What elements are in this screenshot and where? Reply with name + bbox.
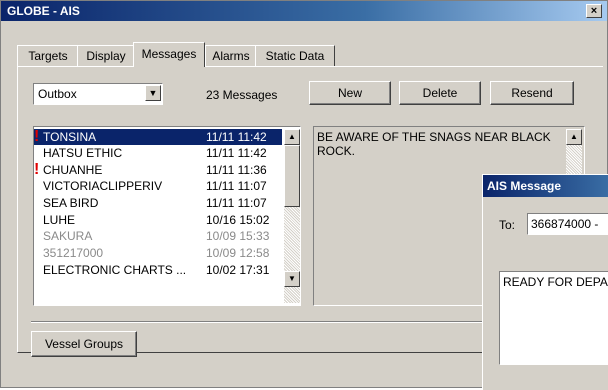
list-item[interactable]: LUHE 10/16 15:02 xyxy=(34,212,282,228)
title-bar[interactable]: GLOBE - AIS × xyxy=(1,1,607,21)
list-item-name: VICTORIACLIPPERIV xyxy=(43,179,163,193)
alert-icon: ! xyxy=(34,128,40,145)
message-count: 23 Messages xyxy=(206,88,278,102)
tab-alarms[interactable]: Alarms xyxy=(205,45,257,66)
list-item[interactable]: SEA BIRD 11/11 11:07 xyxy=(34,195,282,211)
list-item-date: 10/02 17:31 xyxy=(206,263,270,277)
to-label: To: xyxy=(499,218,516,232)
alert-icon: ! xyxy=(34,161,40,178)
list-item-name: SEA BIRD xyxy=(43,196,99,210)
list-item-name: CHUANHE xyxy=(43,163,103,177)
list-item-date: 10/16 15:02 xyxy=(206,213,270,227)
list-item-date: 10/09 15:33 xyxy=(206,229,270,243)
list-item-name: TONSINA xyxy=(43,130,97,144)
message-text-value: READY FOR DEPA ISSUES? xyxy=(503,275,608,289)
scroll-down-icon[interactable]: ▼ xyxy=(284,271,300,287)
resend-button[interactable]: Resend xyxy=(490,81,574,105)
list-item-date: 10/09 12:58 xyxy=(206,246,270,260)
list-item[interactable]: SAKURA 10/09 15:33 xyxy=(34,228,282,244)
scroll-up-icon[interactable]: ▲ xyxy=(284,129,300,145)
list-item[interactable]: 351217000 10/09 12:58 xyxy=(34,245,282,261)
tab-static-data[interactable]: Static Data xyxy=(255,45,335,66)
to-field-value: 366874000 - xyxy=(531,217,599,231)
delete-button[interactable]: Delete xyxy=(399,81,481,105)
list-item-name: 351217000 xyxy=(43,246,104,260)
folder-select[interactable]: Outbox ▼ xyxy=(33,83,163,105)
vessel-groups-button[interactable]: Vessel Groups xyxy=(31,331,137,357)
list-item-name: ELECTRONIC CHARTS ... xyxy=(43,263,187,277)
dialog-title: AIS Message xyxy=(487,179,562,193)
list-item-name: LUHE xyxy=(43,213,76,227)
list-item[interactable]: HATSU ETHIC 11/11 11:42 xyxy=(34,145,282,161)
new-button[interactable]: New xyxy=(309,81,391,105)
ais-message-dialog: AIS Message To: 366874000 - READY FOR DE… xyxy=(482,174,608,390)
message-text-area[interactable]: READY FOR DEPA ISSUES? xyxy=(499,271,608,365)
list-item-date: 11/11 11:07 xyxy=(206,196,267,210)
tab-display[interactable]: Display xyxy=(77,45,135,66)
list-item-name: SAKURA xyxy=(43,229,93,243)
folder-select-value: Outbox xyxy=(38,87,77,101)
scroll-up-icon[interactable]: ▲ xyxy=(566,129,582,145)
message-body-text: BE AWARE OF THE SNAGS NEAR BLACK ROCK. xyxy=(317,130,551,158)
list-item[interactable]: ! CHUANHE 11/11 11:36 xyxy=(34,162,282,178)
list-item-date: 11/11 11:07 xyxy=(206,179,267,193)
scroll-thumb[interactable] xyxy=(284,145,300,207)
list-item-date: 11/11 11:36 xyxy=(206,163,267,177)
message-list[interactable]: ! TONSINA 11/11 11:42 HATSU ETHIC 11/11 … xyxy=(33,126,301,306)
list-scrollbar[interactable]: ▲ ▼ xyxy=(284,129,300,303)
main-window: GLOBE - AIS × Targets Display Messages A… xyxy=(0,0,608,390)
close-button[interactable]: × xyxy=(586,4,602,18)
dialog-title-bar[interactable]: AIS Message xyxy=(483,175,608,197)
to-field[interactable]: 366874000 - xyxy=(527,213,608,235)
window-title: GLOBE - AIS xyxy=(7,4,80,18)
list-item-date: 11/11 11:42 xyxy=(206,130,267,144)
chevron-down-icon[interactable]: ▼ xyxy=(145,85,161,101)
list-item-name: HATSU ETHIC xyxy=(43,146,123,160)
list-item[interactable]: ELECTRONIC CHARTS ... 10/02 17:31 xyxy=(34,262,282,278)
list-item-date: 11/11 11:42 xyxy=(206,146,267,160)
tab-targets[interactable]: Targets xyxy=(17,45,79,66)
list-item[interactable]: ! TONSINA 11/11 11:42 xyxy=(34,129,282,145)
tab-messages[interactable]: Messages xyxy=(133,42,205,67)
list-item[interactable]: VICTORIACLIPPERIV 11/11 11:07 xyxy=(34,178,282,194)
